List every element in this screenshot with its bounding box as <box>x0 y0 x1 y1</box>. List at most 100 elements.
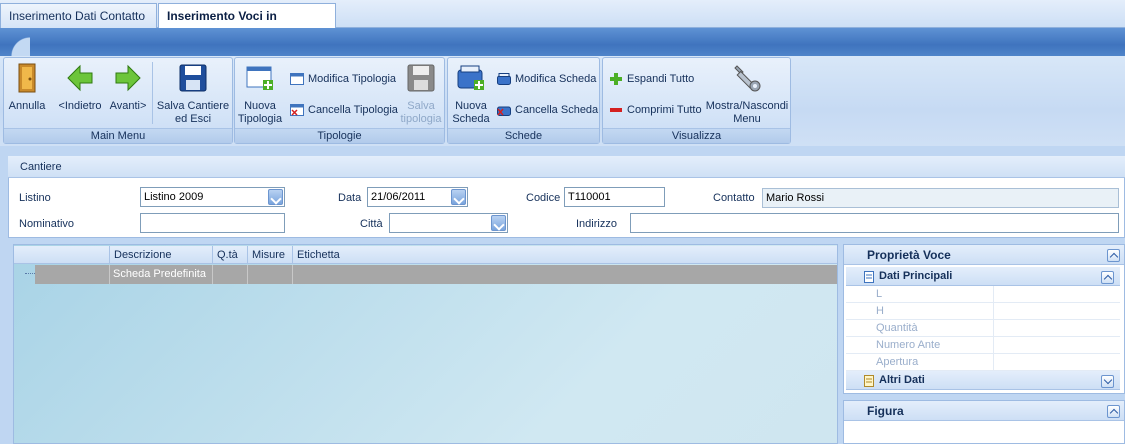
data-label: Data <box>338 192 362 204</box>
plus-icon <box>609 73 623 86</box>
visualizza-group-label: Visualizza <box>603 128 790 143</box>
codice-label: Codice <box>526 192 561 204</box>
annulla-button[interactable]: Annulla <box>6 62 48 113</box>
cell-descrizione[interactable]: Scheda Predefinita <box>109 265 212 284</box>
avanti-button[interactable]: Avanti> <box>106 62 150 113</box>
indietro-label: <Indietro <box>58 100 102 112</box>
comprimi-tutto-button[interactable]: Comprimi Tutto <box>609 101 702 119</box>
chevron-down-icon[interactable] <box>451 189 466 205</box>
listino-label: Listino <box>19 192 51 204</box>
citta-label: Città <box>360 218 383 230</box>
ribbon-title-band <box>0 28 1125 56</box>
property-name: Apertura <box>876 356 919 368</box>
new-card-icon <box>455 62 487 94</box>
espandi-tutto-label: Espandi Tutto <box>627 73 695 85</box>
property-row-quantita[interactable]: Quantità <box>846 320 1120 337</box>
property-value[interactable] <box>993 320 1120 337</box>
listino-select-value: Listino 2009 <box>144 191 204 203</box>
cancella-scheda-button[interactable]: Cancella Scheda <box>497 101 598 119</box>
comprimi-tutto-label: Comprimi Tutto <box>627 104 702 116</box>
altri-dati-title: Altri Dati <box>879 374 925 386</box>
tipologie-group-label: Tipologie <box>235 128 444 143</box>
dati-principali-header[interactable]: Dati Principali <box>846 267 1120 286</box>
wrench-icon <box>731 62 763 94</box>
codice-value: T110001 <box>568 191 611 203</box>
salva-tipologia-button[interactable]: Salva tipologia <box>397 62 445 126</box>
nuova-scheda-button[interactable]: Nuova Scheda <box>449 62 493 126</box>
property-row-h[interactable]: H <box>846 303 1120 320</box>
property-value[interactable] <box>993 354 1120 371</box>
property-value[interactable] <box>993 303 1120 320</box>
cell-qta[interactable] <box>212 265 247 284</box>
nominativo-label: Nominativo <box>19 218 75 230</box>
salva-tipologia-label: Salva tipologia <box>400 100 442 125</box>
indirizzo-label: Indirizzo <box>576 218 617 230</box>
dati-principali-title: Dati Principali <box>879 270 953 282</box>
property-name: Quantità <box>876 322 918 334</box>
ribbon-group-visualizza: Espandi Tutto Comprimi Tutto Mostra/Nasc… <box>602 57 791 144</box>
arrow-right-icon <box>112 62 144 94</box>
tab-inserimento-voci-cantiere[interactable]: Inserimento Voci in Cantiere <box>158 3 336 47</box>
chevron-down-icon[interactable] <box>268 189 283 205</box>
cell-etichetta[interactable] <box>292 265 837 284</box>
cancella-tipologia-button[interactable]: Cancella Tipologia <box>290 101 398 119</box>
altri-dati-header[interactable]: Altri Dati <box>846 371 1120 390</box>
collapse-figura-icon[interactable] <box>1107 405 1120 418</box>
ribbon: Annulla <Indietro Avanti> Salva Cantiere… <box>0 56 1125 146</box>
codice-field[interactable]: T110001 <box>564 187 665 207</box>
minus-icon <box>609 104 623 116</box>
column-header-descrizione[interactable]: Descrizione <box>109 246 212 264</box>
property-row-apertura[interactable]: Apertura <box>846 354 1120 371</box>
door-exit-icon <box>11 62 43 94</box>
tab-inserimento-dati-contatto[interactable]: Inserimento Dati Contatto <box>0 3 157 28</box>
modifica-scheda-button[interactable]: Modifica Scheda <box>497 70 596 88</box>
citta-select[interactable] <box>389 213 508 233</box>
proprieta-voce-title: Proprietà Voce <box>867 248 951 262</box>
indirizzo-field[interactable] <box>630 213 1119 233</box>
document-icon <box>864 271 874 283</box>
figura-header: Figura <box>844 401 1124 421</box>
nominativo-field[interactable] <box>140 213 285 233</box>
main-menu-group-label: Main Menu <box>4 128 232 143</box>
nuova-tipologia-button[interactable]: Nuova Tipologia <box>236 62 284 126</box>
chevron-down-icon[interactable] <box>491 215 506 231</box>
column-header-etichetta[interactable]: Etichetta <box>292 246 837 264</box>
data-date-picker[interactable]: 21/06/2011 <box>367 187 468 207</box>
modifica-scheda-label: Modifica Scheda <box>515 73 597 85</box>
collapse-proprieta-icon[interactable] <box>1107 249 1120 262</box>
indietro-button[interactable]: <Indietro <box>54 62 106 113</box>
card-delete-icon <box>497 104 511 117</box>
figura-title: Figura <box>867 404 904 418</box>
modifica-tipologia-label: Modifica Tipologia <box>308 73 397 85</box>
schede-group-label: Schede <box>448 128 599 143</box>
floppy-save-icon <box>177 62 209 94</box>
document-icon <box>864 375 874 387</box>
tree-connector <box>25 273 35 274</box>
annulla-label: Annulla <box>8 100 46 112</box>
modifica-tipologia-button[interactable]: Modifica Tipologia <box>290 70 396 88</box>
collapse-dati-principali-icon[interactable] <box>1101 271 1114 284</box>
property-value[interactable] <box>993 286 1120 303</box>
grid-header: Descrizione Q.tà Misure Etichetta <box>14 246 837 264</box>
mostra-nascondi-label: Mostra/Nascondi Menu <box>705 100 789 125</box>
espandi-tutto-button[interactable]: Espandi Tutto <box>609 70 694 88</box>
expand-altri-dati-icon[interactable] <box>1101 375 1114 388</box>
property-name: Numero Ante <box>876 339 941 351</box>
listino-select[interactable]: Listino 2009 <box>140 187 285 207</box>
mostra-nascondi-menu-button[interactable]: Mostra/Nascondi Menu <box>704 62 790 126</box>
column-header-misure[interactable]: Misure <box>247 246 292 264</box>
nuova-tipologia-label: Nuova Tipologia <box>237 100 283 125</box>
cancella-tipologia-label: Cancella Tipologia <box>308 104 398 116</box>
proprieta-voce-header: Proprietà Voce <box>844 245 1124 265</box>
property-value[interactable] <box>993 337 1120 354</box>
cell-misure[interactable] <box>247 265 292 284</box>
property-row-numero-ante[interactable]: Numero Ante <box>846 337 1120 354</box>
salva-cantiere-button[interactable]: Salva Cantiere ed Esci <box>154 62 232 126</box>
table-row[interactable]: Scheda Predefinita <box>35 265 837 284</box>
avanti-label: Avanti> <box>109 100 147 112</box>
property-row-l[interactable]: L <box>846 286 1120 303</box>
salva-cantiere-label: Salva Cantiere ed Esci <box>156 100 230 125</box>
ribbon-group-tipologie: Nuova Tipologia Modifica Tipologia Cance… <box>234 57 445 144</box>
column-header-qta[interactable]: Q.tà <box>212 246 247 264</box>
contatto-field[interactable]: Mario Rossi <box>762 188 1119 208</box>
